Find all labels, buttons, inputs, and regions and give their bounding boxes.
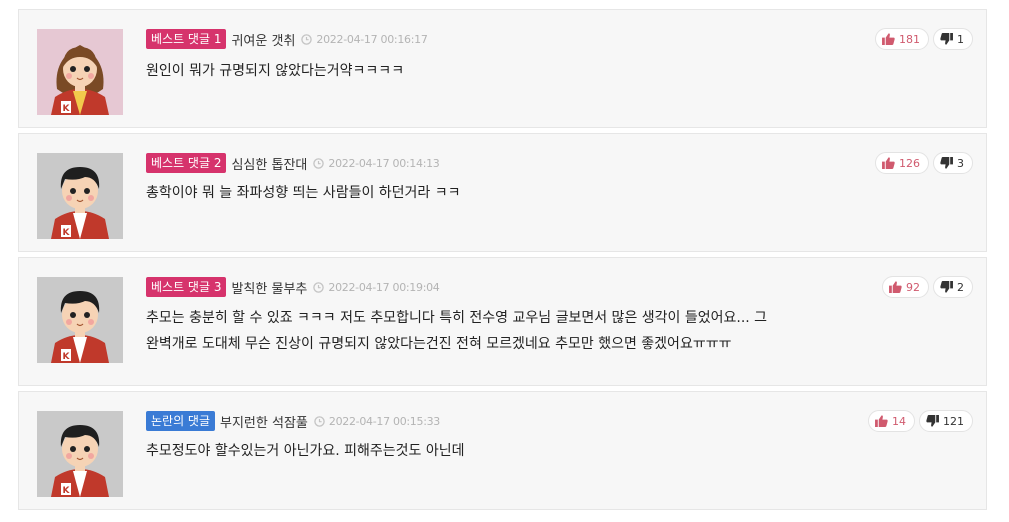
clock-icon [313,282,324,293]
comment-meta: 베스트 댓글 3 발칙한 물부추 2022-04-17 00:19:04 [146,277,440,297]
clock-icon [314,416,325,427]
clock-icon [301,34,312,45]
dislike-button[interactable]: 121 [919,410,973,432]
comment-card: 베스트 댓글 1 귀여운 갯취 2022-04-17 00:16:17 원인이 … [18,9,987,128]
comment-card: 베스트 댓글 2 심심한 톱잔대 2022-04-17 00:14:13 총학이… [18,133,987,252]
comment-text: 원인이 뭐가 규명되지 않았다는거약ㅋㅋㅋㅋ [146,63,405,79]
avatar[interactable] [37,153,123,239]
nickname[interactable]: 귀여운 갯취 [231,30,295,49]
thumbs-down-icon [940,33,953,45]
vote-buttons: 14 121 [868,410,973,432]
comment-text: 총학이야 뭐 늘 좌파성향 띄는 사람들이 하던거라 ㅋㅋ [146,185,461,201]
like-button[interactable]: 126 [875,152,929,174]
nickname[interactable]: 발칙한 물부추 [231,278,307,297]
vote-buttons: 181 1 [875,28,973,50]
nickname[interactable]: 심심한 톱잔대 [231,154,307,173]
dislike-button[interactable]: 3 [933,152,973,174]
like-button[interactable]: 181 [875,28,929,50]
thumbs-down-icon [926,415,939,427]
dislike-count: 3 [957,156,964,170]
best-comment-badge: 베스트 댓글 2 [146,153,227,173]
comment-meta: 베스트 댓글 2 심심한 톱잔대 2022-04-17 00:14:13 [146,153,440,173]
vote-buttons: 126 3 [875,152,973,174]
timestamp: 2022-04-17 00:19:04 [328,280,440,294]
comment-meta: 베스트 댓글 1 귀여운 갯취 2022-04-17 00:16:17 [146,29,428,49]
dislike-count: 121 [943,414,964,428]
thumbs-up-icon [882,157,895,169]
thumbs-down-icon [940,281,953,293]
dislike-button[interactable]: 1 [933,28,973,50]
like-button[interactable]: 14 [868,410,915,432]
comment-text: 추모정도야 할수있는거 아닌가요. 피해주는것도 아닌데 [146,443,465,459]
timestamp: 2022-04-17 00:14:13 [328,156,440,170]
comment-card: 논란의 댓글 부지런한 석잠풀 2022-04-17 00:15:33 추모정도… [18,391,987,510]
thumbs-up-icon [875,415,888,427]
nickname[interactable]: 부지런한 석잠풀 [220,412,308,431]
dislike-button[interactable]: 2 [933,276,973,298]
thumbs-down-icon [940,157,953,169]
comment-text-line: 추모는 충분히 할 수 있죠 ㅋㅋㅋ 저도 추모합니다 특히 전수영 교우님 글… [146,310,768,326]
comment-text-line: 완벽개로 도대체 무슨 진상이 규명되지 않았다는건진 전혀 모르겠네요 추모만… [146,336,732,352]
avatar[interactable] [37,411,123,497]
clock-icon [313,158,324,169]
timestamp: 2022-04-17 00:16:17 [316,32,428,46]
avatar[interactable] [37,277,123,363]
comment-meta: 논란의 댓글 부지런한 석잠풀 2022-04-17 00:15:33 [146,411,440,431]
like-count: 181 [899,32,920,46]
like-count: 14 [892,414,906,428]
vote-buttons: 92 2 [882,276,973,298]
timestamp: 2022-04-17 00:15:33 [328,414,441,428]
best-comment-badge: 베스트 댓글 1 [146,29,227,49]
dislike-count: 2 [957,280,964,294]
like-button[interactable]: 92 [882,276,929,298]
like-count: 126 [899,156,920,170]
like-count: 92 [906,280,920,294]
thumbs-up-icon [889,281,902,293]
dislike-count: 1 [957,32,964,46]
comment-card: 베스트 댓글 3 발칙한 물부추 2022-04-17 00:19:04 추모는… [18,257,987,386]
best-comment-badge: 베스트 댓글 3 [146,277,227,297]
thumbs-up-icon [882,33,895,45]
avatar[interactable] [37,29,123,115]
comment-text: 추모는 충분히 할 수 있죠 ㅋㅋㅋ 저도 추모합니다 특히 전수영 교우님 글… [146,305,866,357]
controversial-comment-badge: 논란의 댓글 [146,411,216,431]
